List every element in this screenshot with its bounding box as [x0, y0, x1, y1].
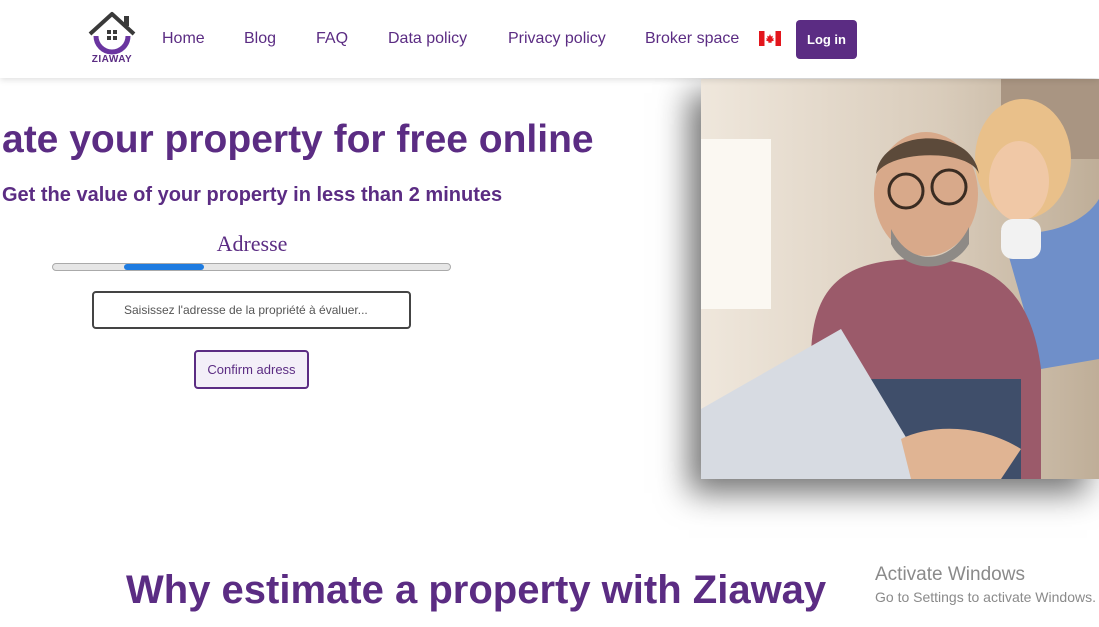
- windows-activation-subtitle: Go to Settings to activate Windows.: [875, 589, 1096, 605]
- logo-text: ZIAWAY: [91, 54, 133, 65]
- nav-faq[interactable]: FAQ: [316, 30, 348, 48]
- address-input[interactable]: [92, 291, 411, 329]
- nav-blog[interactable]: Blog: [244, 30, 276, 48]
- hero-subtitle: Get the value of your property in less t…: [2, 184, 503, 206]
- nav-broker-space[interactable]: Broker space: [645, 30, 739, 48]
- hero-title: ate your property for free online: [2, 118, 594, 161]
- house-logo-icon: [88, 12, 136, 55]
- top-navbar: ZIAWAY Home Blog FAQ Data policy Privacy…: [0, 0, 1099, 78]
- progress-bar-fill: [124, 264, 204, 270]
- ziaway-logo[interactable]: ZIAWAY: [86, 10, 138, 68]
- step-label: Adresse: [216, 231, 288, 256]
- couple-with-laptop-image: [701, 79, 1099, 479]
- nav-privacy-policy[interactable]: Privacy policy: [508, 30, 606, 48]
- login-button[interactable]: Log in: [796, 20, 857, 59]
- nav-home[interactable]: Home: [162, 30, 205, 48]
- canada-flag-icon[interactable]: [759, 31, 781, 46]
- why-estimate-heading: Why estimate a property with Ziaway: [126, 568, 827, 612]
- windows-activation-title: Activate Windows: [875, 564, 1025, 585]
- confirm-address-button[interactable]: Confirm adress: [194, 350, 309, 389]
- hero-photo: [701, 79, 1099, 479]
- nav-data-policy[interactable]: Data policy: [388, 30, 467, 48]
- progress-bar: [52, 263, 451, 271]
